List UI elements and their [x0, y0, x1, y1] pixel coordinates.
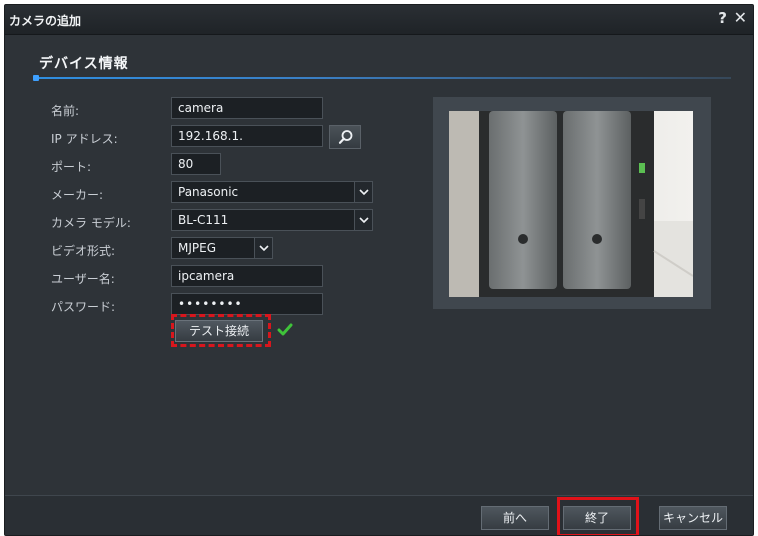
maker-select[interactable]: Panasonic	[171, 181, 373, 203]
camera-model-select[interactable]: BL-C111	[171, 209, 373, 231]
cancel-button[interactable]: キャンセル	[659, 506, 727, 530]
dialog-footer: 前へ 終了 キャンセル	[5, 495, 753, 535]
close-button[interactable]: ✕	[734, 8, 747, 27]
ip-address-field[interactable]: 192.168.1.	[171, 125, 323, 147]
section-marker	[33, 75, 39, 81]
video-format-value: MJPEG	[178, 241, 217, 255]
maker-value: Panasonic	[178, 185, 239, 199]
search-icon	[338, 130, 353, 144]
ip-label: IP アドレス:	[51, 132, 118, 146]
camera-model-value: BL-C111	[178, 213, 229, 227]
name-field[interactable]: camera	[171, 97, 323, 119]
name-label: 名前:	[51, 104, 80, 118]
chevron-down-icon	[359, 189, 369, 196]
username-label: ユーザー名:	[51, 272, 115, 286]
password-field[interactable]: ••••••••	[171, 293, 323, 315]
camera-preview-panel	[433, 97, 711, 309]
username-field[interactable]: ipcamera	[171, 265, 323, 287]
section-divider	[35, 77, 731, 79]
search-button[interactable]	[329, 125, 361, 149]
password-label: パスワード:	[51, 300, 116, 314]
back-button[interactable]: 前へ	[481, 506, 549, 530]
check-icon	[277, 323, 293, 336]
camera-preview-image	[449, 111, 693, 297]
chevron-down-icon	[259, 245, 269, 252]
test-connection-button[interactable]: テスト接続	[175, 320, 263, 342]
video-format-dropdown-caret[interactable]	[254, 238, 272, 258]
model-label: カメラ モデル:	[51, 216, 131, 230]
camera-model-dropdown-caret[interactable]	[354, 210, 372, 230]
chevron-down-icon	[359, 217, 369, 224]
maker-label: メーカー:	[51, 188, 104, 202]
help-button[interactable]: ?	[718, 9, 727, 27]
port-label: ポート:	[51, 160, 92, 174]
title-bar: カメラの追加 ? ✕	[5, 5, 753, 35]
maker-dropdown-caret[interactable]	[354, 182, 372, 202]
add-camera-dialog: カメラの追加 ? ✕ デバイス情報 名前: IP アドレス: ポート: メーカー…	[4, 4, 754, 536]
section-title: デバイス情報	[39, 56, 129, 72]
dialog-title: カメラの追加	[9, 14, 82, 28]
finish-button[interactable]: 終了	[563, 506, 631, 530]
port-field[interactable]: 80	[171, 153, 221, 175]
video-format-select[interactable]: MJPEG	[171, 237, 273, 259]
video-format-label: ビデオ形式:	[51, 244, 116, 258]
